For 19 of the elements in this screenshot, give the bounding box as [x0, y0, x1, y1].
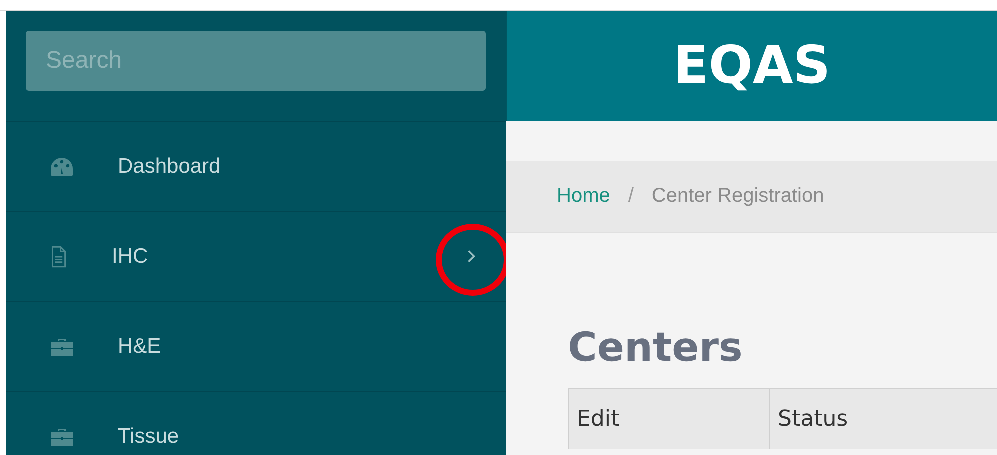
column-header: Status	[769, 389, 997, 449]
briefcase-icon	[50, 426, 74, 446]
chevron-icon[interactable]	[467, 249, 476, 264]
gauge-icon	[50, 156, 74, 176]
document-icon	[50, 246, 68, 268]
breadcrumb-link[interactable]: Home	[557, 185, 610, 208]
menu-label: IHC	[112, 244, 150, 268]
app-title: EQAS	[673, 36, 831, 96]
menu-item[interactable]: H&E	[6, 302, 506, 392]
breadcrumb-current: Center Registration	[652, 185, 824, 208]
menu-label: Tissue	[118, 424, 180, 448]
menu-label: H&E	[118, 334, 162, 358]
menu-item[interactable]: Dashboard	[6, 122, 506, 212]
column-header: Edit	[568, 389, 769, 449]
search-field[interactable]: Search	[26, 31, 486, 91]
menu-label: Dashboard	[118, 154, 222, 178]
breadcrumb-separator: /	[628, 185, 634, 208]
briefcase-icon	[50, 336, 74, 356]
page-heading: Centers	[568, 326, 744, 371]
